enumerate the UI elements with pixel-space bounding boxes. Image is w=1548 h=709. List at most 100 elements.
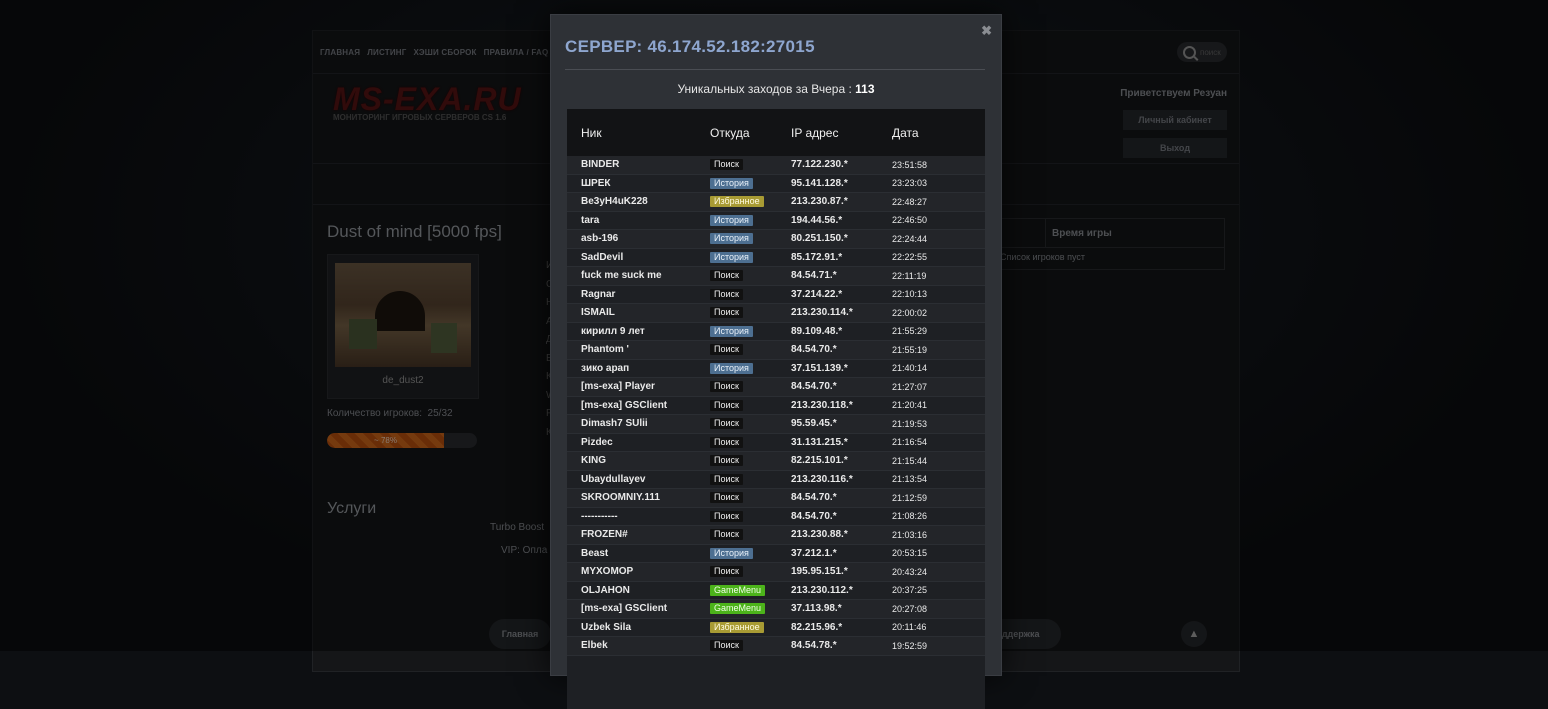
visits-table: Ник Откуда IP адрес Дата BINDER Поиск 77.1…	[567, 109, 985, 709]
source-badge: Поиск	[710, 159, 743, 171]
row-ip: 84.54.70.*	[791, 510, 837, 522]
row-date: 21:16:54	[892, 437, 928, 448]
row-nick: Uzbek Sila	[581, 621, 632, 633]
row-nick: BINDER	[581, 159, 620, 171]
row-date: 22:46:50	[892, 215, 928, 226]
row-nick: [ms-exa] GSClient	[581, 399, 668, 411]
row-nick: ISMAIL	[581, 307, 615, 319]
table-row: Ragnar Поиск 37.214.22.* 22:10:13	[567, 286, 985, 304]
table-row: Elbek Поиск 84.54.78.* 19:52:59	[567, 637, 985, 656]
header-nick: Ник	[581, 125, 602, 140]
row-nick: зико арап	[581, 362, 630, 374]
row-ip: 89.109.48.*	[791, 325, 843, 337]
table-row: Beast История 37.212.1.* 20:53:15	[567, 545, 985, 563]
row-ip: 31.131.215.*	[791, 436, 848, 448]
row-date: 22:11:19	[892, 270, 927, 281]
row-ip: 84.54.70.*	[791, 492, 837, 504]
visits-table-body: BINDER Поиск 77.122.230.* 23:51:58 ШРЕК Истор…	[567, 156, 985, 656]
row-nick: ШРЕК	[581, 177, 611, 189]
row-date: 21:03:16	[892, 529, 928, 540]
row-date: 19:52:59	[892, 640, 928, 651]
table-row: Dimash7 SUlii Поиск 95.59.45.* 21:19:53	[567, 415, 985, 434]
table-row: кирилл 9 лет История 89.109.48.* 21:55:29	[567, 323, 985, 341]
header-ip: IP адрес	[791, 125, 839, 140]
source-badge: Поиск	[710, 473, 743, 485]
row-ip: 195.95.151.*	[791, 566, 848, 578]
row-date: 21:20:41	[892, 400, 928, 411]
row-ip: 82.215.101.*	[791, 455, 848, 467]
table-row: fuck me suck me Поиск 84.54.71.* 22:11:19	[567, 267, 985, 286]
row-date: 20:53:15	[892, 548, 928, 559]
table-row: OLJAHON GameMenu 213.230.112.* 20:37:25	[567, 582, 985, 600]
row-ip: 84.54.78.*	[791, 640, 837, 652]
row-date: 22:10:13	[892, 289, 928, 300]
table-row: Pizdec Поиск 31.131.215.* 21:16:54	[567, 434, 985, 452]
close-icon[interactable]: ✖	[981, 23, 992, 39]
source-badge: История	[710, 547, 753, 559]
table-row: Phantom ' Поиск 84.54.70.* 21:55:19	[567, 341, 985, 360]
row-date: 22:00:02	[892, 307, 928, 318]
row-date: 20:43:24	[892, 566, 928, 577]
source-badge: История	[710, 362, 753, 374]
row-date: 21:55:19	[892, 344, 928, 355]
row-date: 23:23:03	[892, 178, 928, 189]
modal-title: СЕРВЕР: 46.174.52.182:27015	[565, 37, 815, 56]
row-ip: 213.230.112.*	[791, 584, 853, 596]
source-badge: Поиск	[710, 436, 743, 448]
table-row: ШРЕК История 95.141.128.* 23:23:03	[567, 175, 985, 193]
source-badge: GameMenu	[710, 584, 766, 596]
source-badge: Поиск	[710, 529, 743, 541]
row-nick: asb-196	[581, 233, 619, 245]
source-badge: Поиск	[710, 399, 743, 411]
row-ip: 213.230.88.*	[791, 529, 848, 541]
row-nick: [ms-exa] Player	[581, 381, 655, 393]
row-ip: 80.251.150.*	[791, 233, 848, 245]
row-date: 21:19:53	[892, 418, 928, 429]
row-ip: 213.230.116.*	[791, 473, 853, 485]
row-ip: 85.172.91.*	[791, 251, 843, 263]
row-nick: tara	[581, 214, 600, 226]
visits-modal: ✖ СЕРВЕР: 46.174.52.182:27015 Уникальных…	[550, 14, 1002, 709]
row-date: 23:51:58	[892, 159, 928, 170]
row-nick: MYXOMOP	[581, 566, 634, 578]
header-source: Откуда	[710, 125, 750, 140]
row-nick: Ragnar	[581, 288, 616, 300]
row-date: 20:11:46	[892, 622, 927, 633]
divider	[565, 69, 985, 70]
row-date: 21:55:29	[892, 326, 928, 337]
source-badge: Поиск	[710, 381, 743, 393]
source-badge: Поиск	[710, 288, 743, 300]
row-ip: 37.214.22.*	[791, 288, 843, 300]
source-badge: Поиск	[710, 344, 743, 356]
row-ip: 213.230.87.*	[791, 196, 848, 208]
source-badge: История	[710, 214, 753, 226]
row-ip: 84.54.71.*	[791, 270, 837, 282]
table-row: tara История 194.44.56.* 22:46:50	[567, 212, 985, 230]
source-badge: GameMenu	[710, 603, 766, 615]
row-nick: SKROOMNIY.111	[581, 492, 660, 504]
row-ip: 213.230.118.*	[791, 399, 853, 411]
row-nick: KING	[581, 455, 606, 467]
row-nick: Dimash7 SUlii	[581, 418, 648, 430]
row-date: 20:37:25	[892, 585, 928, 596]
table-row: ISMAIL Поиск 213.230.114.* 22:00:02	[567, 304, 985, 323]
row-date: 21:15:44	[892, 455, 928, 466]
row-ip: 77.122.230.*	[791, 159, 848, 171]
source-badge: История	[710, 233, 753, 245]
table-row: [ms-exa] GSClient GameMenu 37.113.98.* 20:2…	[567, 600, 985, 619]
row-ip: 194.44.56.*	[791, 214, 843, 226]
row-date: 21:13:54	[892, 474, 928, 485]
row-date: 21:08:26	[892, 511, 928, 522]
row-ip: 84.54.70.*	[791, 381, 837, 393]
table-row: BINDER Поиск 77.122.230.* 23:51:58	[567, 156, 985, 175]
row-date: 22:24:44	[892, 233, 928, 244]
table-row: [ms-exa] GSClient Поиск 213.230.118.* 21:20…	[567, 397, 985, 415]
source-badge: Поиск	[710, 307, 743, 319]
table-row: зико арап История 37.151.139.* 21:40:14	[567, 360, 985, 378]
source-badge: Поиск	[710, 270, 743, 282]
source-badge: Поиск	[710, 566, 743, 578]
table-row: ----------- Поиск 84.54.70.* 21:08:26	[567, 508, 985, 526]
row-nick: FROZEN#	[581, 529, 628, 541]
row-nick: SadDevil	[581, 251, 624, 263]
row-date: 21:40:14	[892, 363, 928, 374]
